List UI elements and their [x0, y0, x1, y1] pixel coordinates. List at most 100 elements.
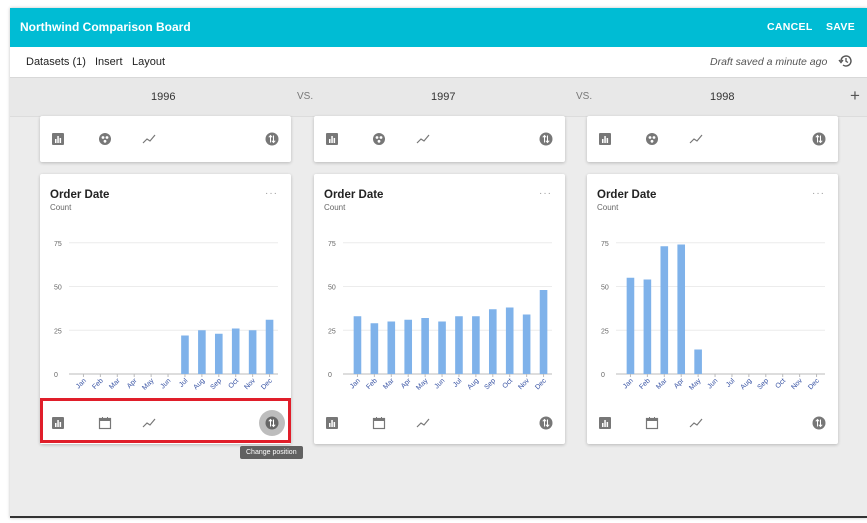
- save-button[interactable]: SAVE: [826, 21, 855, 33]
- bar-chart: 0 25 50 75 Jan Feb Mar Apr May Jun Jul Aug Sep Oct Nov…: [54, 241, 278, 392]
- bar-chart-icon[interactable]: [50, 131, 66, 147]
- more-options-button[interactable]: ···: [812, 188, 825, 199]
- top-card: [40, 116, 291, 162]
- chart-bar: [421, 318, 429, 374]
- more-options-button[interactable]: ···: [265, 188, 278, 199]
- x-tick-label: Sep: [756, 377, 770, 391]
- x-tick-label: Jan: [75, 377, 88, 390]
- x-tick-label: Apr: [673, 377, 686, 390]
- draft-status: Draft saved a minute ago: [710, 56, 828, 68]
- change-position-icon[interactable]: [264, 131, 280, 147]
- x-tick-label: Jun: [434, 377, 447, 390]
- x-tick-label: Jun: [160, 377, 173, 390]
- vs-label: VS.: [576, 91, 593, 102]
- year-label: 1997: [431, 91, 456, 103]
- calendar-icon[interactable]: [371, 415, 387, 431]
- x-tick-label: Jun: [707, 377, 720, 390]
- menu-layout[interactable]: Layout: [132, 56, 165, 68]
- line-chart-icon[interactable]: [141, 131, 157, 147]
- x-tick-label: Mar: [655, 377, 669, 391]
- chart-bar: [353, 316, 362, 374]
- menu-datasets[interactable]: Datasets (1): [26, 56, 86, 68]
- highlight-box: [40, 398, 291, 443]
- x-tick-label: May: [415, 377, 430, 392]
- bar-chart: 0 25 50 75 Jan Feb Mar Apr May Jun Jul Aug Sep Oct Nov…: [328, 241, 552, 392]
- x-tick-label: Oct: [501, 377, 514, 390]
- bar-chart-icon[interactable]: [324, 131, 340, 147]
- change-position-tooltip: Change position: [240, 446, 303, 459]
- chart-bar: [539, 290, 548, 374]
- bar-chart-icon[interactable]: [324, 415, 340, 431]
- bubble-chart-icon[interactable]: [371, 131, 387, 147]
- y-tick-label: 75: [601, 241, 609, 248]
- x-tick-label: Nov: [243, 377, 257, 391]
- chart-bar: [522, 314, 531, 374]
- y-tick-label: 0: [328, 372, 332, 379]
- chart-bar: [370, 323, 379, 374]
- top-card: [314, 116, 565, 162]
- x-tick-label: Sep: [483, 377, 497, 391]
- line-chart-icon[interactable]: [688, 415, 704, 431]
- calendar-icon[interactable]: [644, 415, 660, 431]
- bar-chart-icon[interactable]: [597, 131, 613, 147]
- x-tick-label: May: [688, 377, 703, 392]
- chart-bar: [231, 328, 240, 374]
- line-chart-icon[interactable]: [415, 415, 431, 431]
- chart-bar: [626, 277, 635, 374]
- change-position-icon[interactable]: [811, 131, 827, 147]
- card-title: Order Date: [50, 189, 110, 201]
- menu-insert[interactable]: Insert: [95, 56, 123, 68]
- bar-chart-icon[interactable]: [597, 415, 613, 431]
- x-tick-label: Dec: [807, 377, 821, 391]
- card-title: Order Date: [324, 189, 384, 201]
- x-tick-label: Jan: [622, 377, 635, 390]
- x-tick-label: Jul: [178, 377, 190, 389]
- chart-bar: [488, 309, 497, 374]
- x-tick-label: Feb: [638, 377, 652, 391]
- card-subtitle: Count: [50, 203, 72, 212]
- cancel-button[interactable]: CANCEL: [767, 21, 813, 33]
- line-chart-icon[interactable]: [688, 131, 704, 147]
- add-column-button[interactable]: +: [850, 86, 860, 106]
- chart-bar: [694, 349, 702, 374]
- chart-bar: [198, 330, 206, 374]
- chart-bar: [472, 316, 480, 374]
- bubble-chart-icon[interactable]: [644, 131, 660, 147]
- x-tick-label: Aug: [467, 377, 481, 391]
- chart-bar: [387, 321, 396, 374]
- x-tick-label: Apr: [400, 377, 413, 390]
- chart-bar: [505, 307, 514, 374]
- change-position-icon[interactable]: [538, 131, 554, 147]
- x-tick-label: Aug: [193, 377, 207, 391]
- chart-bar: [265, 319, 274, 374]
- y-tick-label: 50: [54, 285, 62, 292]
- y-tick-label: 25: [601, 328, 609, 335]
- y-tick-label: 0: [54, 372, 58, 379]
- more-options-button[interactable]: ···: [539, 188, 552, 199]
- card-subtitle: Count: [597, 203, 619, 212]
- x-tick-label: Feb: [91, 377, 105, 391]
- chart-bar: [248, 330, 257, 374]
- year-label: 1996: [151, 91, 176, 103]
- line-chart-icon[interactable]: [415, 131, 431, 147]
- chart-card: Order Date Count ··· 0 25 50 75 Jan Feb Mar Apr…: [314, 174, 565, 444]
- bubble-chart-icon[interactable]: [97, 131, 113, 147]
- chart-bar: [455, 316, 463, 374]
- menu-bar: Datasets (1) Insert Layout Draft saved a…: [10, 47, 867, 78]
- app-title: Northwind Comparison Board: [20, 20, 191, 34]
- x-tick-label: Nov: [790, 377, 804, 391]
- y-tick-label: 0: [601, 372, 605, 379]
- bar-chart: 0 25 50 75 Jan Feb Mar Apr May Jun Jul Aug Sep Oct Nov…: [601, 241, 825, 392]
- x-tick-label: Jan: [349, 377, 362, 390]
- x-tick-label: Oct: [774, 377, 787, 390]
- history-icon[interactable]: [838, 53, 854, 69]
- year-label: 1998: [710, 91, 735, 103]
- x-tick-label: Dec: [260, 377, 274, 391]
- chart-bar: [643, 279, 652, 374]
- x-tick-label: Jul: [725, 377, 737, 389]
- change-position-icon[interactable]: [811, 415, 827, 431]
- chart-card: Order Date Count ··· 0 25 50 75 Jan Feb Mar Apr…: [587, 174, 838, 444]
- top-app-bar: Northwind Comparison Board CANCEL SAVE: [10, 8, 867, 47]
- change-position-icon[interactable]: [538, 415, 554, 431]
- x-tick-label: Apr: [126, 377, 139, 390]
